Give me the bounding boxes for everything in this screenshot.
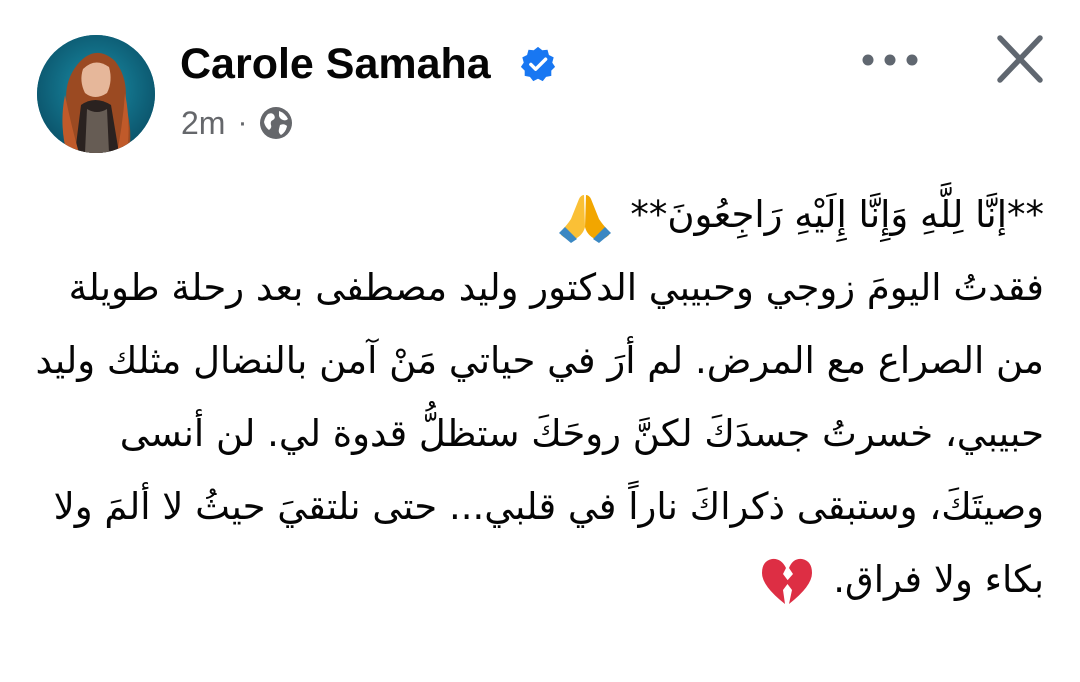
meta-separator: · bbox=[237, 106, 248, 139]
broken-heart-emoji bbox=[762, 558, 813, 604]
post-paragraph-2-text: حبيبي، خسرتُ جسدَكَ لكنَّ روحَكَ ستظلُّ … bbox=[53, 412, 1044, 601]
post-body: **إنَّا لِلَّهِ وَإِنَّا إِلَيْهِ رَاجِع… bbox=[30, 178, 1044, 616]
folded-hands-emoji bbox=[558, 194, 611, 243]
more-options-icon[interactable] bbox=[858, 38, 922, 82]
post-paragraph-1: فقدتُ اليومَ زوجي وحبيبي الدكتور وليد مص… bbox=[35, 266, 1044, 382]
post-paragraph-2: حبيبي، خسرتُ جسدَكَ لكنَّ روحَكَ ستظلُّ … bbox=[30, 397, 1044, 616]
globe-icon[interactable] bbox=[259, 106, 293, 140]
avatar[interactable] bbox=[37, 35, 155, 153]
avatar-image bbox=[37, 35, 155, 153]
post-line-1-text: **إنَّا لِلَّهِ وَإِنَّا إِلَيْهِ رَاجِع… bbox=[630, 193, 1044, 236]
post-header: Carole Samaha 2m · bbox=[0, 0, 1080, 170]
post-timestamp[interactable]: 2m bbox=[181, 105, 225, 142]
verified-badge-icon bbox=[520, 46, 556, 82]
post-line-1: **إنَّا لِلَّهِ وَإِنَّا إِلَيْهِ رَاجِع… bbox=[30, 178, 1044, 251]
post-meta: 2m · bbox=[181, 103, 293, 143]
author-name[interactable]: Carole Samaha bbox=[180, 38, 491, 90]
close-icon[interactable] bbox=[990, 30, 1050, 88]
